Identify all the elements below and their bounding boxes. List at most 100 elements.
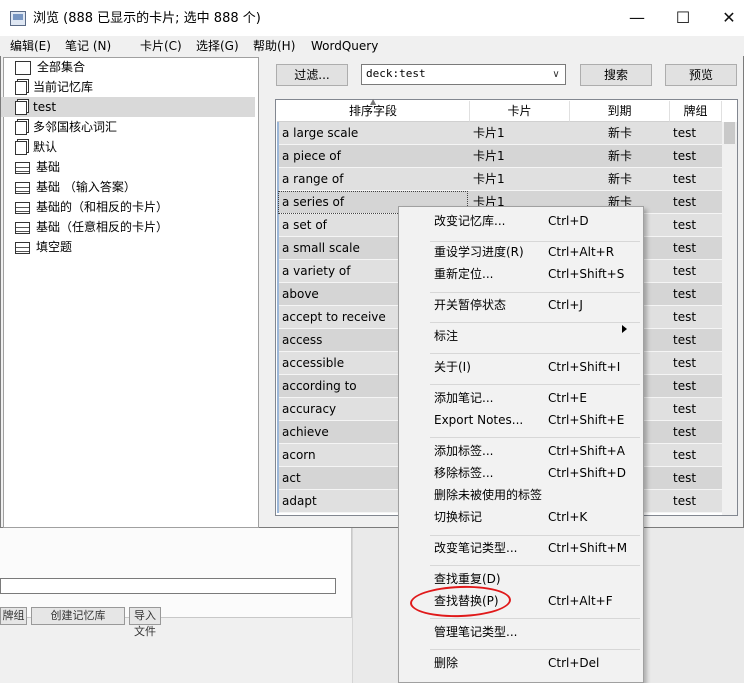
sidebar-item-test[interactable]: test xyxy=(1,97,255,117)
maximize-button[interactable]: ☐ xyxy=(660,0,706,36)
cell-deck[interactable]: test xyxy=(673,352,721,375)
context-menu-item[interactable]: 重新定位... xyxy=(434,263,493,285)
row-selection-marker xyxy=(277,306,279,329)
submenu-arrow-icon xyxy=(622,325,627,333)
cell-due[interactable]: 新卡 xyxy=(608,122,668,145)
row-selection-marker xyxy=(277,237,279,260)
menu-separator xyxy=(430,292,640,293)
cell-deck[interactable]: test xyxy=(673,490,721,513)
sidebar-item-basic-optional-reversed[interactable]: 基础（任意相反的卡片） xyxy=(15,217,255,237)
background-button-decks[interactable]: 牌组 xyxy=(0,607,27,625)
menu-notes[interactable]: 笔记 (N) xyxy=(65,38,111,54)
menu-help[interactable]: 帮助(H) xyxy=(253,38,295,54)
context-menu-shortcut: Ctrl+Shift+D xyxy=(548,466,626,480)
context-menu-shortcut: Ctrl+D xyxy=(548,214,589,228)
context-menu-item[interactable]: 开关暂停状态 xyxy=(434,294,506,316)
background-input[interactable] xyxy=(0,578,336,594)
cell-deck[interactable]: test xyxy=(673,122,721,145)
context-menu-item[interactable]: 关于(I) xyxy=(434,356,471,378)
window-title: 浏览 (888 已显示的卡片; 选中 888 个) xyxy=(33,11,261,26)
row-selection-marker xyxy=(277,490,279,513)
row-selection-marker xyxy=(277,168,279,191)
cell-deck[interactable]: test xyxy=(673,283,721,306)
context-menu-item[interactable]: 管理笔记类型... xyxy=(434,621,517,643)
deck-icon xyxy=(15,100,27,115)
search-input-value[interactable]: deck:test xyxy=(366,67,426,81)
cell-deck[interactable]: test xyxy=(673,467,721,490)
menu-edit[interactable]: 编辑(E) xyxy=(10,38,51,54)
vertical-scrollbar[interactable] xyxy=(722,122,737,515)
sidebar-item-default[interactable]: 默认 xyxy=(15,137,255,157)
context-menu-item[interactable]: 添加标签... xyxy=(434,440,493,462)
cell-deck[interactable]: test xyxy=(673,145,721,168)
context-menu-shortcut: Ctrl+K xyxy=(548,510,588,524)
cell-deck[interactable]: test xyxy=(673,444,721,467)
cell-due[interactable]: 新卡 xyxy=(608,168,668,191)
sidebar-item-label: 全部集合 xyxy=(37,60,86,74)
cell-card[interactable]: 卡片1 xyxy=(473,168,567,191)
sidebar-item-duolingo[interactable]: 多邻国核心词汇 xyxy=(15,117,255,137)
context-menu-item[interactable]: 添加笔记... xyxy=(434,387,493,409)
search-button[interactable]: 搜索 xyxy=(580,64,652,86)
cell-deck[interactable]: test xyxy=(673,214,721,237)
column-header-card[interactable]: 卡片 xyxy=(470,101,570,122)
sidebar-item-basic-type-answer[interactable]: 基础 （输入答案） xyxy=(15,177,255,197)
menu-wordquery[interactable]: WordQuery xyxy=(311,38,378,54)
context-menu-shortcut: Ctrl+J xyxy=(548,298,583,312)
menu-cards[interactable]: 卡片(C) xyxy=(140,38,182,54)
close-button[interactable]: ✕ xyxy=(706,0,744,36)
cell-deck[interactable]: test xyxy=(673,237,721,260)
cell-sort-field[interactable]: a large scale xyxy=(282,122,468,145)
context-menu-item[interactable]: 改变笔记类型... xyxy=(434,537,517,559)
context-menu-shortcut: Ctrl+Shift+A xyxy=(548,444,625,458)
cell-deck[interactable]: test xyxy=(673,191,721,214)
cell-deck[interactable]: test xyxy=(673,421,721,444)
context-menu-item[interactable]: 改变记忆库... xyxy=(434,210,505,232)
note-type-icon xyxy=(15,221,30,234)
context-menu-item[interactable]: 删除 xyxy=(434,652,458,674)
sidebar-item-basic[interactable]: 基础 xyxy=(15,157,255,177)
cell-card[interactable]: 卡片1 xyxy=(473,145,567,168)
menu-separator xyxy=(430,535,640,536)
deck-icon xyxy=(15,120,27,135)
scrollbar-thumb[interactable] xyxy=(724,122,735,144)
cell-sort-field[interactable]: a range of xyxy=(282,168,468,191)
cell-sort-field[interactable]: a piece of xyxy=(282,145,468,168)
context-menu-shortcut: Ctrl+Shift+M xyxy=(548,541,628,555)
sidebar-item-label: 基础 xyxy=(36,160,61,174)
context-menu-item[interactable]: Export Notes... xyxy=(434,409,523,431)
note-type-icon xyxy=(15,181,30,194)
chevron-down-icon[interactable]: ∨ xyxy=(549,65,563,84)
cell-deck[interactable]: test xyxy=(673,329,721,352)
cell-due[interactable]: 新卡 xyxy=(608,145,668,168)
context-menu-item[interactable]: 删除未被使用的标签 xyxy=(434,484,542,506)
cell-deck[interactable]: test xyxy=(673,260,721,283)
context-menu-item[interactable]: 重设学习进度(R) xyxy=(434,241,524,263)
sidebar-item-basic-reversed[interactable]: 基础的（和相反的卡片） xyxy=(15,197,255,217)
context-menu-item[interactable]: 标注 xyxy=(434,325,458,347)
filter-button[interactable]: 过滤... xyxy=(276,64,348,86)
background-button-import[interactable]: 导入文件 xyxy=(129,607,161,638)
cell-deck[interactable]: test xyxy=(673,168,721,191)
column-header-due[interactable]: 到期 xyxy=(570,101,670,122)
column-header-deck[interactable]: 牌组 xyxy=(670,101,722,122)
row-selection-marker xyxy=(277,375,279,398)
note-type-icon xyxy=(15,161,30,174)
minimize-button[interactable]: — xyxy=(614,0,660,36)
menu-go[interactable]: 选择(G) xyxy=(196,38,239,54)
context-menu-item[interactable]: 移除标签... xyxy=(434,462,493,484)
row-selection-marker xyxy=(277,122,279,145)
context-menu-item[interactable]: 切换标记 xyxy=(434,506,482,528)
cell-card[interactable]: 卡片1 xyxy=(473,122,567,145)
sort-ascending-icon: ▲ xyxy=(370,97,377,106)
preview-button[interactable]: 预览 xyxy=(665,64,737,86)
row-selection-marker xyxy=(277,329,279,352)
cell-deck[interactable]: test xyxy=(673,306,721,329)
background-button-create-deck[interactable]: 创建记忆库 xyxy=(31,607,125,625)
cell-deck[interactable]: test xyxy=(673,398,721,421)
sidebar-item-cloze[interactable]: 填空题 xyxy=(15,237,255,257)
sidebar-item-current-deck[interactable]: 当前记忆库 xyxy=(15,77,255,97)
deck-icon xyxy=(15,80,27,95)
sidebar-item-whole-collection[interactable]: 全部集合 xyxy=(15,57,255,77)
cell-deck[interactable]: test xyxy=(673,375,721,398)
